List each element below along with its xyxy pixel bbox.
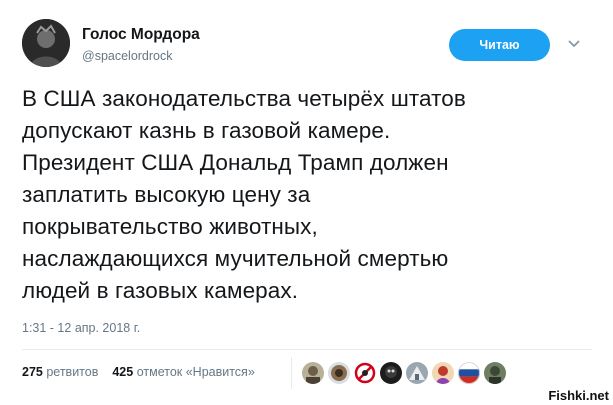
tweet-line: людей в газовых камерах. (22, 278, 299, 303)
tweet-text: В США законодательства четырёх штатов до… (22, 83, 607, 307)
liker-avatar[interactable] (380, 362, 402, 384)
liker-avatar[interactable] (406, 362, 428, 384)
stats-separator (291, 357, 292, 389)
following-button[interactable]: Читаю (449, 29, 550, 61)
retweets-label: ретвитов (46, 365, 99, 379)
liker-avatar[interactable] (354, 362, 376, 384)
tweet-line: допускают казнь в газовой камере. (22, 118, 391, 143)
author-name[interactable]: Голос Мордора (82, 26, 200, 44)
chevron-down-icon[interactable] (566, 36, 582, 52)
likes-label: отметок «Нравится» (136, 365, 255, 379)
retweets-stat[interactable]: 275 ретвитов (22, 365, 98, 379)
likers-avatars (302, 362, 506, 384)
tweet-line: покрывательство животных, (22, 214, 318, 239)
liker-avatar[interactable] (302, 362, 324, 384)
tweet-stats: 275 ретвитов 425 отметок «Нравится» (22, 365, 263, 379)
retweets-count: 275 (22, 365, 43, 379)
tweet-line: наслаждающихся мучительной смертью (22, 246, 449, 271)
divider (22, 349, 592, 350)
liker-avatar[interactable] (432, 362, 454, 384)
tweet-line: Президент США Дональд Трамп должен (22, 150, 449, 175)
likes-stat[interactable]: 425 отметок «Нравится» (112, 365, 254, 379)
author-avatar[interactable] (22, 19, 70, 67)
liker-avatar[interactable] (458, 362, 480, 384)
tweet-timestamp[interactable]: 1:31 - 12 апр. 2018 г. (22, 321, 140, 335)
tweet-line: заплатить высокую цену за (22, 182, 311, 207)
watermark-logo: Fishki.net (548, 388, 609, 403)
tweet-line: В США законодательства четырёх штатов (22, 86, 466, 111)
liker-avatar[interactable] (328, 362, 350, 384)
author-handle[interactable]: @spacelordrock (82, 49, 173, 63)
likes-count: 425 (112, 365, 134, 379)
liker-avatar[interactable] (484, 362, 506, 384)
